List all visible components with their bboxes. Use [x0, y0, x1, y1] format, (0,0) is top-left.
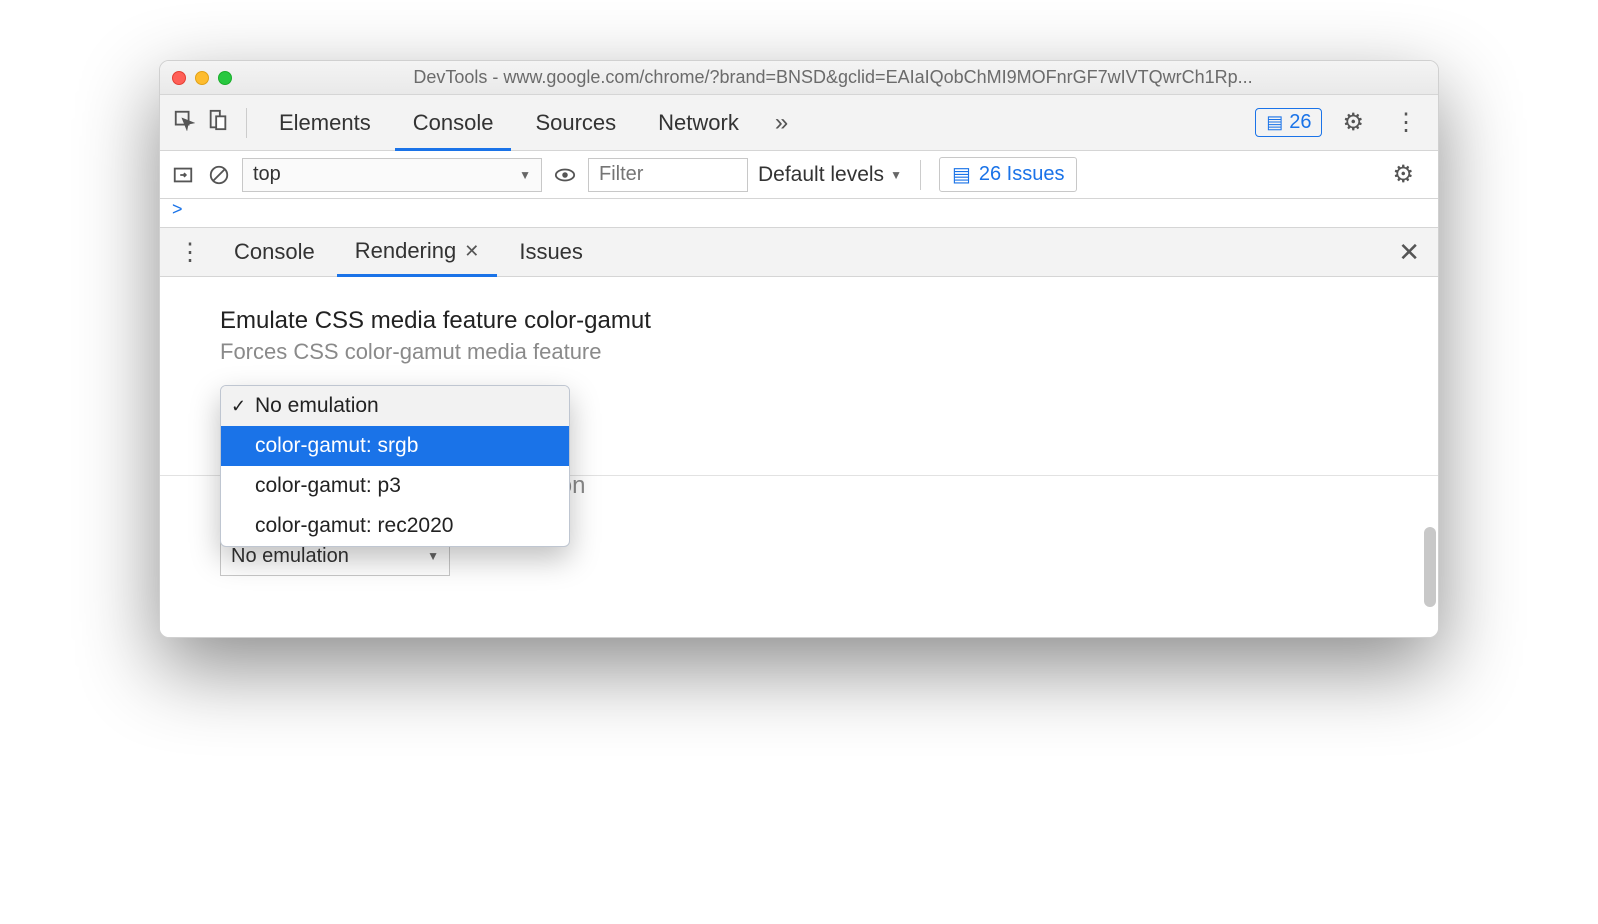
tab-network[interactable]: Network [640, 95, 757, 151]
close-drawer-icon[interactable]: ✕ [1388, 237, 1430, 268]
main-toolbar: Elements Console Sources Network » ▤ 26 … [160, 95, 1438, 151]
color-gamut-subtitle: Forces CSS color-gamut media feature [220, 339, 1378, 365]
drawer-menu-icon[interactable]: ⋮ [168, 238, 212, 267]
rendering-panel: Emulate CSS media feature color-gamut Fo… [160, 277, 1438, 637]
context-value: top [253, 163, 281, 186]
issues-button-label: 26 Issues [979, 163, 1065, 186]
dropdown-option-rec2020[interactable]: color-gamut: rec2020 [221, 506, 569, 546]
vision-select-value: No emulation [231, 545, 349, 568]
chevron-down-icon: ▼ [427, 549, 439, 563]
drawer-tab-rendering[interactable]: Rendering ✕ [337, 227, 498, 277]
console-prompt[interactable]: > [160, 199, 1438, 227]
console-toolbar: top ▼ Default levels ▼ ▤ 26 Issues ⚙ [160, 151, 1438, 199]
prompt-chevron-icon: > [172, 199, 183, 219]
device-toolbar-icon[interactable] [204, 109, 232, 137]
scrollbar-thumb[interactable] [1424, 527, 1436, 607]
issues-button[interactable]: ▤ 26 Issues [939, 157, 1078, 192]
titlebar: DevTools - www.google.com/chrome/?brand=… [160, 61, 1438, 95]
execution-context-select[interactable]: top ▼ [242, 158, 542, 192]
more-tabs-icon[interactable]: » [763, 109, 800, 137]
drawer-tabbar: ⋮ Console Rendering ✕ Issues ✕ [160, 227, 1438, 277]
dropdown-option-srgb[interactable]: color-gamut: srgb [221, 426, 569, 466]
console-settings-icon[interactable]: ⚙ [1378, 160, 1428, 189]
drawer-tab-issues[interactable]: Issues [501, 227, 601, 277]
issues-count-text: 26 [1289, 111, 1311, 134]
divider [246, 108, 247, 138]
tab-sources[interactable]: Sources [517, 95, 634, 151]
settings-icon[interactable]: ⚙ [1328, 108, 1378, 137]
tab-elements[interactable]: Elements [261, 95, 389, 151]
chevron-down-icon: ▼ [890, 168, 902, 182]
color-gamut-dropdown[interactable]: No emulation color-gamut: srgb color-gam… [220, 385, 570, 547]
chevron-down-icon: ▼ [519, 168, 531, 182]
color-gamut-title: Emulate CSS media feature color-gamut [220, 307, 1378, 335]
levels-label: Default levels [758, 163, 884, 187]
issues-icon: ▤ [952, 162, 971, 187]
traffic-lights [172, 71, 232, 85]
clear-console-icon[interactable] [206, 162, 232, 188]
tab-console[interactable]: Console [395, 95, 512, 151]
zoom-window-button[interactable] [218, 71, 232, 85]
divider [920, 160, 921, 190]
dropdown-option-no-emulation[interactable]: No emulation [221, 386, 569, 426]
inspect-element-icon[interactable] [170, 109, 198, 137]
devtools-window: DevTools - www.google.com/chrome/?brand=… [159, 60, 1439, 638]
window-title: DevTools - www.google.com/chrome/?brand=… [240, 67, 1426, 88]
close-tab-icon[interactable]: ✕ [464, 226, 479, 276]
dropdown-option-p3[interactable]: color-gamut: p3 [221, 466, 569, 506]
minimize-window-button[interactable] [195, 71, 209, 85]
drawer-tab-console[interactable]: Console [216, 227, 333, 277]
console-sidebar-toggle-icon[interactable] [170, 162, 196, 188]
close-window-button[interactable] [172, 71, 186, 85]
log-levels-select[interactable]: Default levels ▼ [758, 163, 902, 187]
issues-icon: ▤ [1266, 112, 1283, 133]
issues-counter[interactable]: ▤ 26 [1255, 108, 1322, 137]
main-menu-icon[interactable]: ⋮ [1384, 108, 1428, 137]
console-filter-input[interactable] [588, 158, 748, 192]
live-expression-icon[interactable] [552, 162, 578, 188]
